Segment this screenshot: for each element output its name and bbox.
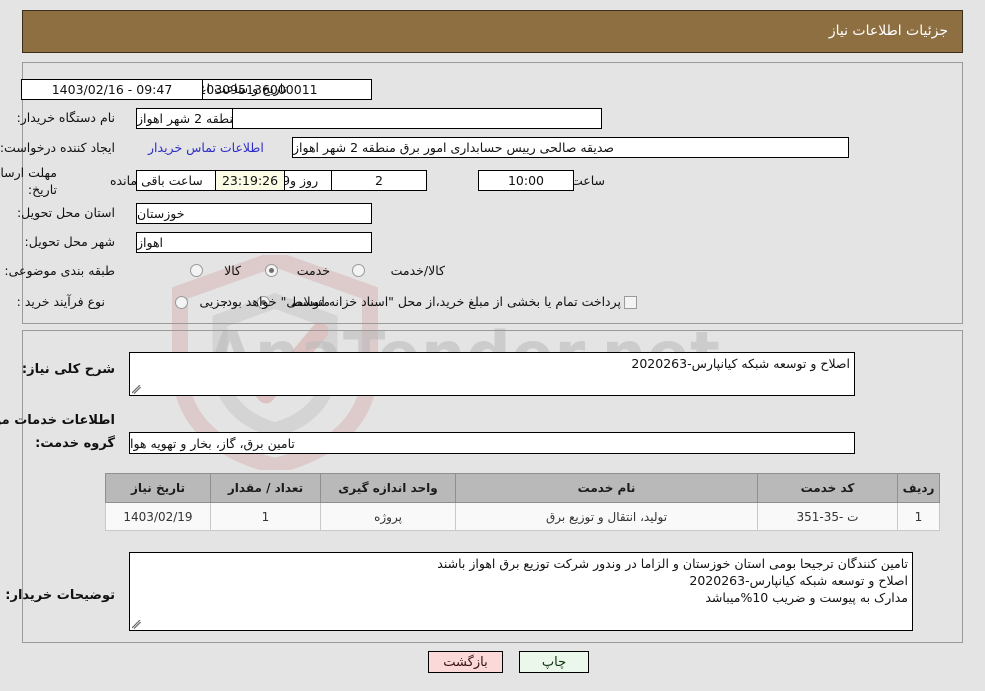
page-header-bar: جزئیات اطلاعات نیاز — [22, 10, 963, 53]
category-label: طبقه بندی موضوعی: — [4, 263, 115, 278]
general-desc-textarea[interactable]: اصلاح و توسعه شبکه کیانپارس-2020263 — [129, 352, 855, 396]
hour-label: ساعت — [570, 173, 605, 188]
days-remaining-field[interactable]: 2 — [331, 170, 427, 191]
resize-grip-icon[interactable] — [132, 385, 141, 394]
cell-radif: 1 — [897, 502, 940, 531]
public-announce-field[interactable]: 09:47 - 1403/02/16 — [21, 79, 203, 100]
page-title: جزئیات اطلاعات نیاز — [828, 23, 948, 39]
buyer-notes-textarea[interactable]: تامین کنندگان ترجیحا بومی استان خوزستان … — [129, 552, 913, 631]
table-row: 1 ت -35-351 تولید، انتقال و توزیع برق پر… — [105, 502, 940, 531]
cell-quantity: 1 — [210, 502, 321, 531]
request-info-panel — [22, 62, 963, 324]
print-button[interactable]: چاپ — [519, 651, 589, 673]
cell-service-code: ت -35-351 — [757, 502, 898, 531]
treasury-docs-checkbox[interactable] — [624, 296, 637, 309]
creator-label: ایجاد کننده درخواست: — [0, 140, 115, 155]
service-group-field[interactable]: تامین برق، گاز، بخار و تهویه هوا — [129, 432, 855, 454]
buyer-contact-link[interactable]: اطلاعات تماس خریدار — [148, 140, 264, 155]
buyer-org-field-extension[interactable] — [232, 108, 602, 129]
deadline-label-line1: مهلت ارسال پاسخ: تا — [0, 165, 57, 180]
treasury-note-label: پرداخت تمام یا بخشی از مبلغ خرید،از محل … — [222, 294, 621, 309]
days-word-label: روز و — [290, 173, 319, 188]
province-label: استان محل تحویل: — [16, 205, 115, 220]
city-label: شهر محل تحویل: — [24, 234, 115, 249]
services-heading: اطلاعات خدمات مورد نیاز — [0, 413, 115, 428]
services-table: ردیف کد خدمت نام خدمت واحد اندازه گیری ت… — [105, 473, 940, 531]
radio-category-kala-khedmat-label: کالا/خدمت — [390, 263, 445, 278]
buyer-org-label: نام دستگاه خریدار: — [16, 110, 115, 125]
buyer-notes-line-3: مدارک به پیوست و ضریب 10%میباشد — [705, 590, 908, 605]
buyer-notes-line-1: تامین کنندگان ترجیحا بومی استان خوزستان … — [437, 556, 908, 571]
cell-unit: پروژه — [320, 502, 456, 531]
th-need-date: تاریخ نیاز — [105, 473, 211, 503]
th-radif: ردیف — [897, 473, 940, 503]
th-unit: واحد اندازه گیری — [320, 473, 456, 503]
cell-need-date: 1403/02/19 — [105, 502, 211, 531]
deadline-time-field[interactable]: 10:00 — [478, 170, 574, 191]
th-service-code: کد خدمت — [757, 473, 898, 503]
buyer-notes-label: توضیحات خریدار: — [5, 588, 115, 603]
radio-category-khedmat[interactable] — [265, 264, 278, 277]
service-group-label: گروه خدمت: — [35, 436, 115, 451]
table-header-row: ردیف کد خدمت نام خدمت واحد اندازه گیری ت… — [105, 473, 940, 503]
general-desc-label: شرح کلی نیاز: — [21, 362, 115, 377]
creator-field[interactable]: صدیقه صالحی رییس حسابداری امور برق منطقه… — [292, 137, 849, 158]
radio-category-khedmat-label: خدمت — [296, 263, 330, 278]
deadline-label-line2: تاریخ: — [27, 182, 57, 197]
resize-grip-icon[interactable] — [132, 620, 141, 629]
radio-purchase-jozii[interactable] — [175, 296, 188, 309]
services-table-wrapper: ردیف کد خدمت نام خدمت واحد اندازه گیری ت… — [105, 473, 940, 531]
th-service-name: نام خدمت — [455, 473, 758, 503]
back-button[interactable]: بازگشت — [428, 651, 503, 673]
countdown-field: 23:19:26 — [215, 170, 285, 191]
remaining-suffix-label: ساعت باقی مانده — [110, 173, 203, 188]
radio-category-kala-label: کالا — [224, 263, 241, 278]
radio-category-kala-khedmat[interactable] — [352, 264, 365, 277]
buyer-notes-line-2: اصلاح و توسعه شبکه کیانپارس-2020263 — [689, 573, 908, 588]
purchase-type-label: نوع فرآیند خرید : — [16, 294, 105, 309]
th-quantity: تعداد / مقدار — [210, 473, 321, 503]
radio-category-kala[interactable] — [190, 264, 203, 277]
general-desc-value: اصلاح و توسعه شبکه کیانپارس-2020263 — [631, 356, 850, 371]
city-field[interactable]: اهواز — [136, 232, 372, 253]
cell-service-name: تولید، انتقال و توزیع برق — [455, 502, 758, 531]
province-field[interactable]: خوزستان — [136, 203, 372, 224]
